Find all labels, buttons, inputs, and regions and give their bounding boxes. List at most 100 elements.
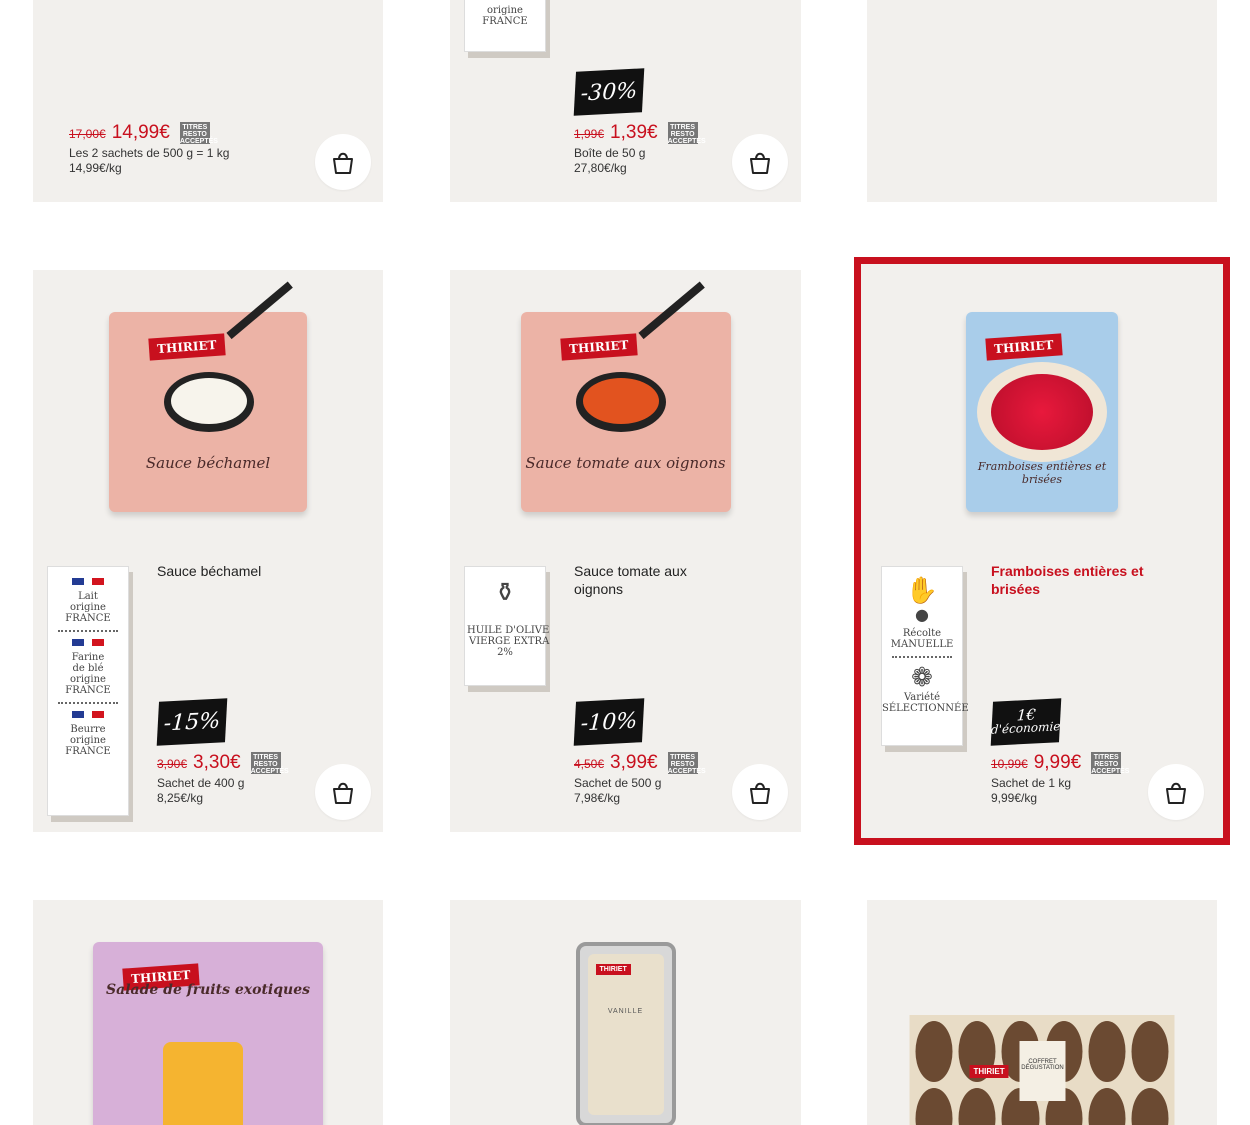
origin-tag: ✋ ● Récolte MANUELLE ❁ Variété SÉLECTION… (881, 566, 969, 746)
tag-text: FRANCE (65, 613, 111, 624)
titres-resto-badge: TITRES RESTO ACCEPTÉS (250, 752, 289, 775)
package-size: Sachet de 1 kg (991, 776, 1072, 790)
old-price: 1,99€ (574, 127, 605, 141)
tag-text: 2% (497, 647, 513, 658)
product-card[interactable] (867, 0, 1217, 202)
harvest-hand-icon: ✋ (905, 576, 939, 606)
basket-icon (1166, 782, 1186, 804)
product-image[interactable]: THIRIET COFFRET DÉGUSTATION (909, 1015, 1175, 1125)
product-name[interactable]: Sauce béchamel (157, 562, 357, 580)
add-to-cart-button[interactable] (1148, 764, 1204, 820)
promo-badge: -30% (573, 68, 645, 116)
tag-text: FRANCE (482, 16, 528, 27)
product-card[interactable]: THIRIET COFFRET DÉGUSTATION (867, 900, 1217, 1125)
basket-icon (750, 782, 770, 804)
brand-logo: THIRIET (559, 333, 637, 361)
package-size: Sachet de 400 g (157, 776, 245, 790)
current-price: 3,30€ (193, 752, 241, 773)
product-name[interactable]: Sauce tomate aux oignons (574, 562, 734, 598)
price-row: 17,00€ 14,99€ TITRES RESTO ACCEPTÉS (69, 122, 218, 145)
tag-text: origine (70, 674, 106, 685)
product-card[interactable]: THIRIET Sauce béchamel Lait origine FRAN… (33, 270, 383, 832)
tag-text: origine (487, 5, 523, 16)
current-price: 14,99€ (111, 122, 170, 143)
product-meta: Les 2 sachets de 500 g = 1 kg 14,99€/kg (69, 146, 229, 176)
price-row: 4,50€ 3,99€ TITRES RESTO ACCEPTÉS (574, 752, 706, 775)
brand-logo: THIRIET (969, 1065, 1009, 1078)
current-price: 3,99€ (610, 752, 658, 773)
add-to-cart-button[interactable] (732, 134, 788, 190)
product-image[interactable]: THIRIET Sauce béchamel (109, 281, 307, 512)
raspberry-icon: ❁ (911, 663, 933, 693)
unit-price: 7,98€/kg (574, 791, 621, 805)
origin-tag: origine FRANCE (464, 0, 546, 52)
france-flag-icon (72, 639, 104, 646)
price-row: 1,99€ 1,39€ TITRES RESTO ACCEPTÉS (574, 122, 706, 145)
product-image[interactable]: THIRIET VANILLE (575, 942, 676, 1125)
basket-icon (333, 782, 353, 804)
package-title: Sauce tomate aux oignons (525, 454, 726, 472)
old-price: 17,00€ (69, 127, 106, 141)
package-size: Les 2 sachets de 500 g = 1 kg (69, 146, 230, 160)
raspberry-icon: ● (915, 605, 929, 624)
product-card[interactable]: 17,00€ 14,99€ TITRES RESTO ACCEPTÉS Les … (33, 0, 383, 202)
tag-text: Beurre (70, 724, 106, 735)
unit-price: 9,99€/kg (991, 791, 1038, 805)
package-size: Boîte de 50 g (574, 146, 646, 160)
product-card-selected[interactable]: THIRIET Framboises entières et brisées ✋… (854, 257, 1230, 845)
product-image[interactable]: THIRIET Sauce tomate aux oignons (520, 281, 731, 512)
product-meta: Sachet de 500 g 7,98€/kg (574, 776, 661, 806)
package-title: VANILLE (607, 1008, 644, 1015)
tag-text: MANUELLE (890, 639, 954, 650)
product-meta: Sachet de 1 kg 9,99€/kg (991, 776, 1071, 806)
olive-oil-bottle-icon: ⚱ (494, 578, 516, 608)
brand-logo: THIRIET (985, 333, 1063, 361)
product-meta: Boîte de 50 g 27,80€/kg (574, 146, 645, 176)
old-price: 10,99€ (991, 757, 1028, 771)
promo-badge: -15% (156, 698, 228, 746)
tag-text: Variété (903, 692, 941, 703)
package-size: Sachet de 500 g (574, 776, 662, 790)
product-card[interactable]: origine FRANCE -30% 1,99€ 1,39€ TITRES R… (450, 0, 801, 202)
unit-price: 27,80€/kg (574, 161, 627, 175)
add-to-cart-button[interactable] (315, 134, 371, 190)
price-row: 10,99€ 9,99€ TITRES RESTO ACCEPTÉS (991, 752, 1130, 775)
titres-resto-badge: TITRES RESTO ACCEPTÉS (667, 122, 706, 145)
product-card[interactable]: THIRIET VANILLE (450, 900, 801, 1125)
product-image[interactable]: THIRIET Salade de fruits exotiques (93, 942, 323, 1125)
product-name[interactable]: Framboises entières et brisées (991, 562, 1191, 598)
old-price: 4,50€ (574, 757, 605, 771)
tag-text: SÉLECTIONNÉE (882, 703, 969, 714)
add-to-cart-button[interactable] (315, 764, 371, 820)
tag-text: origine (70, 602, 106, 613)
product-image[interactable]: THIRIET Framboises entières et brisées (966, 312, 1118, 512)
france-flag-icon (72, 578, 104, 585)
titres-resto-badge: TITRES RESTO ACCEPTÉS (179, 122, 218, 145)
add-to-cart-button[interactable] (732, 764, 788, 820)
france-flag-icon (72, 711, 104, 718)
tag-text: origine (70, 735, 106, 746)
product-meta: Sachet de 400 g 8,25€/kg (157, 776, 244, 806)
tag-text: Lait (78, 591, 98, 602)
promo-badge: -10% (573, 698, 645, 746)
package-title: COFFRET DÉGUSTATION (1019, 1041, 1066, 1101)
package-title: Salade de fruits exotiques (106, 982, 310, 998)
tag-text: VIERGE EXTRA (469, 636, 550, 647)
promo-badge: 1€ d'économie (990, 698, 1062, 746)
brand-logo: THIRIET (148, 333, 226, 361)
titres-resto-badge: TITRES RESTO ACCEPTÉS (1091, 752, 1130, 775)
unit-price: 8,25€/kg (157, 791, 204, 805)
current-price: 9,99€ (1033, 752, 1082, 773)
product-grid: 17,00€ 14,99€ TITRES RESTO ACCEPTÉS Les … (0, 0, 1250, 1125)
old-price: 3,90€ (157, 757, 188, 771)
promo-label: d'économie (990, 719, 1061, 737)
tag-text: de blé (72, 663, 104, 674)
product-card[interactable]: THIRIET Sauce tomate aux oignons ⚱ HUILE… (450, 270, 801, 832)
tag-text: Farine (71, 652, 105, 663)
package-title: Framboises entières et brisées (977, 460, 1107, 486)
tag-text: Récolte (902, 628, 942, 639)
tag-text: FRANCE (65, 685, 111, 696)
tag-text: HUILE D'OLIVE (467, 625, 550, 636)
titres-resto-badge: TITRES RESTO ACCEPTÉS (667, 752, 706, 775)
product-card[interactable]: THIRIET Salade de fruits exotiques (33, 900, 383, 1125)
